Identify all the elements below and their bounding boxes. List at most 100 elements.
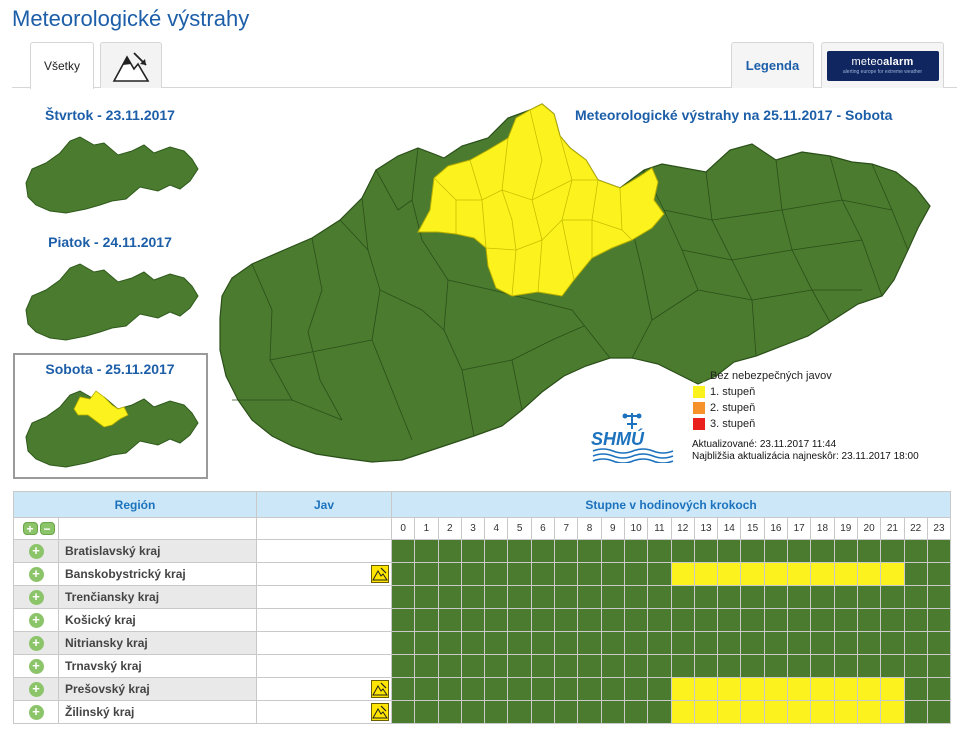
hour-cell [763,608,789,632]
meteoalarm-logo: meteoalarm alerting europe for extreme w… [826,50,939,81]
hour-label: 21 [880,517,905,540]
tab-mountain-warning[interactable] [100,42,162,88]
hour-cell [880,585,905,609]
expand-row-button[interactable]: + [28,566,44,582]
hour-cell [460,677,486,701]
hour-cell [810,562,835,586]
header-jav: Jav [256,491,392,518]
hour-cell [414,562,439,586]
table-row[interactable]: + Bratislavský kraj [13,539,952,563]
hour-cell [833,700,858,724]
collapse-all-button[interactable]: − [39,522,55,535]
hour-cell [880,562,905,586]
hour-cell [903,562,928,586]
hour-cell [740,562,765,586]
hour-cell [600,608,625,632]
hour-cell [484,700,509,724]
hour-cell [437,631,462,655]
table-row[interactable]: + Košický kraj [13,608,952,632]
mountain-warning-icon[interactable] [371,703,389,721]
hour-cell [484,608,509,632]
hour-cell [484,631,509,655]
hour-label: 15 [740,517,765,540]
hour-cell [507,539,532,563]
hour-cell [577,631,602,655]
hour-cell [670,654,695,678]
hour-cell [600,677,625,701]
hour-label: 22 [903,517,928,540]
tab-meteoalarm[interactable]: meteoalarm alerting europe for extreme w… [821,42,944,88]
table-row[interactable]: + Trnavský kraj [13,654,952,678]
hour-cell [507,654,532,678]
hour-cell [763,562,789,586]
jav-cell [256,585,392,609]
expand-row-button[interactable]: + [28,612,44,628]
hour-cell [926,631,952,655]
hour-cell [507,677,532,701]
hour-cell [554,608,579,632]
table-row[interactable]: + Trenčiansky kraj [13,585,952,609]
hour-cell [810,585,835,609]
expand-row-button[interactable]: + [28,681,44,697]
hour-cell [437,539,462,563]
region-name: Prešovský kraj [58,677,257,701]
row-toggle-cell: + [13,677,59,701]
expand-row-button[interactable]: + [28,635,44,651]
expand-row-button[interactable]: + [28,589,44,605]
hour-label: 1 [414,517,439,540]
expand-row-button[interactable]: + [28,704,44,720]
hour-cell [460,562,486,586]
legend-item: 1. stupeň [693,384,832,400]
next-update-text: Najbližšia aktualizácia najneskôr: 23.11… [692,451,919,462]
hour-cell [530,631,556,655]
region-name: Žilinský kraj [58,700,257,724]
expand-all-button[interactable]: + [22,522,38,535]
table-row[interactable]: + Prešovský kraj [13,677,952,701]
hour-cell [693,539,719,563]
hour-cell [530,608,556,632]
hour-cell [647,608,672,632]
hour-cell [856,677,882,701]
mountain-warning-icon[interactable] [371,565,389,583]
hour-cell [670,677,695,701]
hour-cell [460,539,486,563]
table-row[interactable]: + Žilinský kraj [13,700,952,724]
hour-cell [437,608,462,632]
hour-cell [880,608,905,632]
hour-cell [437,677,462,701]
tab-all[interactable]: Všetky [30,42,94,89]
shmu-logo: SHMÚ [591,413,674,463]
hour-label: 7 [554,517,579,540]
expand-row-button[interactable]: + [28,658,44,674]
hour-cell [693,608,719,632]
hour-cell [856,585,882,609]
shmu-logo-text: SHMÚ [591,428,645,449]
table-row[interactable]: + Nitriansky kraj [13,631,952,655]
main-map[interactable] [212,100,942,468]
legend-swatch-yellow [693,386,705,398]
map-friday[interactable] [20,254,202,346]
hour-cell [670,562,695,586]
hour-cell [437,585,462,609]
mountain-warning-icon[interactable] [371,680,389,698]
expand-row-button[interactable]: + [28,543,44,559]
hour-cell [903,654,928,678]
hour-cell [763,585,789,609]
hour-cell [787,585,812,609]
hour-cell [693,654,719,678]
map-saturday[interactable] [20,381,202,473]
hour-cell [810,677,835,701]
hour-cell [717,585,742,609]
hour-cell [926,677,952,701]
hour-cell [717,700,742,724]
map-thursday[interactable] [20,127,202,219]
hour-label: 13 [693,517,719,540]
table-row[interactable]: + Banskobystrický kraj [13,562,952,586]
row-toggle-cell: + [13,631,59,655]
hour-label: 18 [810,517,835,540]
hour-cell [810,631,835,655]
hour-cell [670,608,695,632]
hour-cell [763,677,789,701]
tab-legend[interactable]: Legenda [731,42,814,88]
hour-cell [693,631,719,655]
